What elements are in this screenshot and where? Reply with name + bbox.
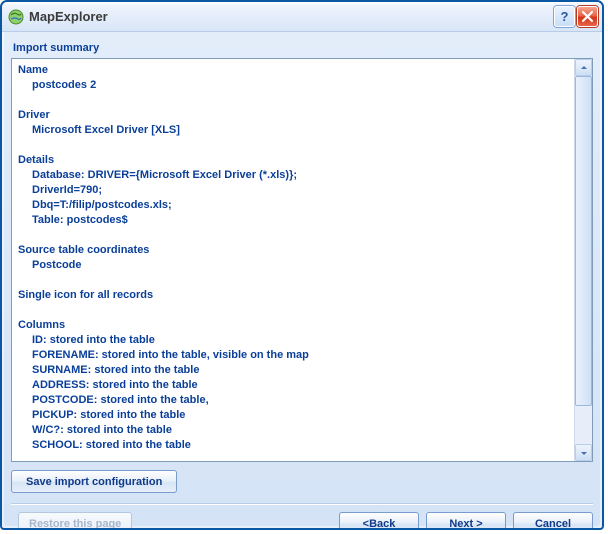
value-details-1: Database: DRIVER={Microsoft Excel Driver… [18,168,568,183]
next-button[interactable]: Next > [426,512,506,530]
back-button[interactable]: < Back [339,512,419,530]
titlebar: MapExplorer ? [2,2,602,32]
heading-single-icon: Single icon for all records [18,288,568,303]
group-label-import-summary: Import summary [13,42,593,54]
column-school: SCHOOL: stored into the table [18,438,568,453]
restore-page-button: Restore this page [18,512,132,530]
value-driver: Microsoft Excel Driver [XLS] [18,123,568,138]
summary-text: Name postcodes 2 Driver Microsoft Excel … [12,59,574,461]
value-details-4: Table: postcodes$ [18,213,568,228]
heading-source-coords: Source table coordinates [18,243,568,258]
titlebar-buttons: ? [554,6,598,27]
column-wc: W/C?: stored into the table [18,423,568,438]
client-area: Import summary Name postcodes 2 Driver M… [4,32,600,526]
scroll-thumb[interactable] [575,76,592,406]
close-button[interactable] [577,6,598,27]
dialog-window: MapExplorer ? Import summary Name postco… [0,0,604,530]
column-address: ADDRESS: stored into the table [18,378,568,393]
save-row: Save import configuration [11,470,593,493]
scroll-up-button[interactable] [575,59,592,76]
scroll-down-button[interactable] [575,444,592,461]
help-button[interactable]: ? [554,6,575,27]
scroll-track[interactable] [575,76,592,444]
app-icon [8,9,24,25]
heading-details: Details [18,153,568,168]
column-forename: FORENAME: stored into the table, visible… [18,348,568,363]
column-postcode: POSTCODE: stored into the table, [18,393,568,408]
footer-button-row: Restore this page < Back Next > Cancel [11,512,593,530]
value-details-2: DriverId=790; [18,183,568,198]
heading-driver: Driver [18,108,568,123]
heading-columns: Columns [18,318,568,333]
heading-name: Name [18,63,568,78]
value-source-coords: Postcode [18,258,568,273]
save-import-config-button[interactable]: Save import configuration [11,470,177,493]
value-name: postcodes 2 [18,78,568,93]
summary-box: Name postcodes 2 Driver Microsoft Excel … [11,58,593,462]
vertical-scrollbar[interactable] [574,59,592,461]
cancel-button[interactable]: Cancel [513,512,593,530]
separator [11,503,593,504]
column-pickup: PICKUP: stored into the table [18,408,568,423]
column-id: ID: stored into the table [18,333,568,348]
window-title: MapExplorer [29,9,108,24]
column-surname: SURNAME: stored into the table [18,363,568,378]
value-details-3: Dbq=T:/filip/postcodes.xls; [18,198,568,213]
